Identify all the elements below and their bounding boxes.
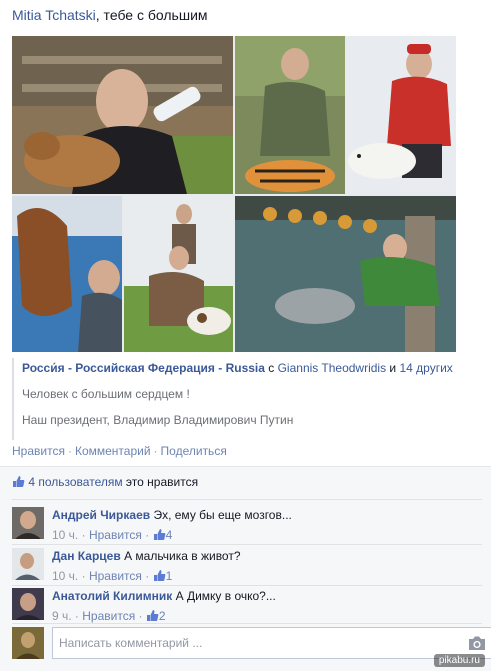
divider [12,499,482,500]
thumbs-up-icon [13,476,25,487]
divider [12,623,482,624]
comment-text: А мальчика в живот? [124,549,241,563]
divider [12,544,482,545]
comment-item: Дан Карцев А мальчика в живот? 10 ч. · Н… [12,548,482,584]
photo-feeding-calf[interactable] [12,36,233,194]
shared-attribution: Росси́я - Российская Федерация - Russia … [12,358,460,440]
comment-item: Андрей Чиркаев Эх, ему бы еще мозгов... … [12,507,482,543]
comment-body: Андрей Чиркаев Эх, ему бы еще мозгов... … [52,508,292,542]
comment-time[interactable]: 9 ч. [52,609,72,623]
comment-like-count[interactable]: 4 [166,528,173,542]
watermark: pikabu.ru [433,654,485,667]
avatar[interactable] [12,548,44,580]
post: Mitia Tchatski, тебе с большим Росси́я -… [0,0,491,466]
thumbs-up-icon [153,570,165,581]
comment-like-link[interactable]: Нравится [89,569,142,583]
avatar [12,627,44,659]
action-separator: · [153,444,158,458]
tagged-person-link[interactable]: Giannis Theodwridis [278,361,387,375]
post-headline-text: , тебе с большим [95,7,208,23]
photo-dog[interactable] [124,196,233,352]
shared-from-line: Росси́я - Российская Федерация - Russia … [22,358,460,378]
comment-like-count[interactable]: 1 [166,569,173,583]
post-headline: Mitia Tchatski, тебе с большим [12,7,208,23]
share-link[interactable]: Поделиться [161,444,227,458]
thumbs-up-icon [146,610,159,621]
shared-and-word: и [386,361,400,375]
action-separator: · [67,444,72,458]
shared-caption-line-2: Наш президент, Владимир Владимирович Пут… [22,413,294,427]
comment-like-count[interactable]: 2 [159,609,166,623]
comment-composer: Написать комментарий ... [12,627,491,659]
comment-body: Анатолий Килимник А Димку в очко?... 9 ч… [52,589,276,623]
comment-meta: 10 ч. · Нравится · 1 [52,569,173,583]
avatar[interactable] [12,507,44,539]
tagged-others-link[interactable]: 14 других [399,361,452,375]
shared-with-word: с [264,361,278,375]
avatar[interactable] [12,588,44,620]
photo-seal[interactable] [347,36,456,194]
shared-caption-line-1: Человек с большим сердцем ! [22,387,190,401]
comment-author-link[interactable]: Анатолий Килимник [52,589,172,603]
post-actions: Нравится · Комментарий · Поделиться [12,444,227,458]
feedback-section: 4 пользователям это нравится Андрей Чирк… [0,466,491,671]
comment-link[interactable]: Комментарий [75,444,151,458]
comment-text: А Димку в очко?... [175,589,276,603]
comment-time[interactable]: 10 ч. [52,528,78,542]
comment-body: Дан Карцев А мальчика в живот? 10 ч. · Н… [52,549,241,583]
likes-summary: 4 пользователям это нравится [12,475,198,493]
like-link[interactable]: Нравится [12,444,65,458]
comment-meta: 10 ч. · Нравится · 4 [52,528,173,542]
photo-collage[interactable] [12,36,456,352]
likers-link[interactable]: 4 пользователям [28,475,122,489]
comment-meta: 9 ч. · Нравится · 2 [52,609,166,623]
comment-input[interactable]: Написать комментарий ... [52,627,491,659]
comment-text: Эх, ему бы еще мозгов... [153,508,292,522]
likes-text: это нравится [122,475,199,489]
comment-item: Анатолий Килимник А Димку в очко?... 9 ч… [12,588,482,624]
photo-horse[interactable] [12,196,122,352]
thumbs-up-icon [153,529,165,540]
camera-icon[interactable] [468,635,486,651]
shared-page-link[interactable]: Росси́я - Российская Федерация - Russia [22,361,265,375]
comment-author-link[interactable]: Дан Карцев [52,549,121,563]
photo-tiger[interactable] [235,36,345,194]
post-author-link[interactable]: Mitia Tchatski [12,7,96,23]
comment-author-link[interactable]: Андрей Чиркаев [52,508,150,522]
divider [12,585,482,586]
comment-time[interactable]: 10 ч. [52,569,78,583]
photo-dolphin[interactable] [235,196,456,352]
comment-like-link[interactable]: Нравится [89,528,142,542]
comment-like-link[interactable]: Нравится [82,609,135,623]
